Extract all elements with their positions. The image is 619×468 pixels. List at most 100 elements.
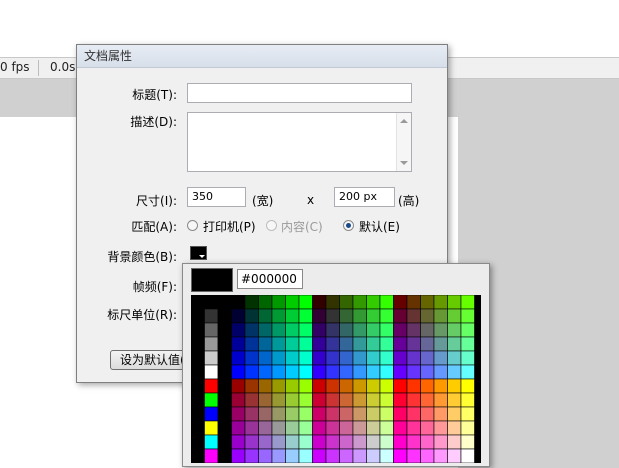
swatch-web-safe[interactable] — [447, 448, 462, 463]
swatch-black[interactable] — [191, 336, 205, 352]
hex-color-input[interactable]: #000000 — [237, 269, 303, 289]
swatch-web-safe[interactable] — [339, 364, 354, 380]
swatch-web-safe[interactable] — [460, 364, 475, 380]
swatch-web-safe[interactable] — [352, 406, 367, 422]
swatch-web-safe[interactable] — [312, 364, 327, 380]
swatch-web-safe[interactable] — [339, 322, 354, 338]
swatch-web-safe[interactable] — [393, 378, 408, 394]
swatch-black[interactable] — [217, 406, 232, 422]
swatch-black[interactable] — [191, 322, 205, 338]
swatch-web-safe[interactable] — [244, 420, 259, 436]
swatch-base[interactable] — [204, 434, 219, 450]
swatch-web-safe[interactable] — [285, 434, 300, 450]
swatch-web-safe[interactable] — [379, 448, 394, 463]
swatch-web-safe[interactable] — [420, 434, 435, 450]
swatch-web-safe[interactable] — [298, 350, 313, 366]
swatch-black[interactable] — [191, 295, 205, 310]
swatch-web-safe[interactable] — [271, 350, 286, 366]
swatch-web-safe[interactable] — [447, 336, 462, 352]
swatch-web-safe[interactable] — [406, 448, 421, 463]
swatch-web-safe[interactable] — [379, 295, 394, 310]
swatch-web-safe[interactable] — [312, 392, 327, 408]
swatch-web-safe[interactable] — [285, 448, 300, 463]
swatch-web-safe[interactable] — [298, 448, 313, 463]
swatch-web-safe[interactable] — [231, 336, 246, 352]
swatch-black[interactable] — [217, 295, 232, 310]
swatch-web-safe[interactable] — [406, 322, 421, 338]
swatch-web-safe[interactable] — [352, 295, 367, 310]
swatch-web-safe[interactable] — [420, 378, 435, 394]
swatch-web-safe[interactable] — [312, 406, 327, 422]
swatch-web-safe[interactable] — [447, 392, 462, 408]
swatch-web-safe[interactable] — [244, 434, 259, 450]
swatch-black[interactable] — [217, 350, 232, 366]
swatch-web-safe[interactable] — [460, 378, 475, 394]
swatch-base[interactable] — [204, 406, 219, 422]
swatch-web-safe[interactable] — [406, 364, 421, 380]
swatch-web-safe[interactable] — [285, 350, 300, 366]
swatch-base[interactable] — [204, 378, 219, 394]
swatch-web-safe[interactable] — [258, 295, 273, 310]
swatch-web-safe[interactable] — [298, 406, 313, 422]
swatch-web-safe[interactable] — [244, 322, 259, 338]
swatch-web-safe[interactable] — [271, 378, 286, 394]
swatch-web-safe[interactable] — [258, 448, 273, 463]
swatch-web-safe[interactable] — [271, 336, 286, 352]
swatch-web-safe[interactable] — [298, 364, 313, 380]
swatch-web-safe[interactable] — [447, 378, 462, 394]
swatch-web-safe[interactable] — [393, 364, 408, 380]
swatch-black[interactable] — [191, 378, 205, 394]
swatch-web-safe[interactable] — [258, 350, 273, 366]
swatch-web-safe[interactable] — [393, 448, 408, 463]
swatch-web-safe[interactable] — [271, 364, 286, 380]
swatch-web-safe[interactable] — [285, 406, 300, 422]
background-color-swatch[interactable] — [190, 246, 207, 260]
swatch-web-safe[interactable] — [244, 295, 259, 310]
swatch-web-safe[interactable] — [406, 378, 421, 394]
color-swatch-grid[interactable] — [191, 295, 481, 463]
swatch-web-safe[interactable] — [298, 378, 313, 394]
swatch-web-safe[interactable] — [393, 308, 408, 324]
swatch-web-safe[interactable] — [460, 406, 475, 422]
swatch-web-safe[interactable] — [285, 308, 300, 324]
swatch-black[interactable] — [191, 350, 205, 366]
swatch-web-safe[interactable] — [433, 322, 448, 338]
swatch-web-safe[interactable] — [352, 420, 367, 436]
swatch-web-safe[interactable] — [271, 406, 286, 422]
swatch-web-safe[interactable] — [271, 434, 286, 450]
swatch-web-safe[interactable] — [325, 308, 340, 324]
swatch-web-safe[interactable] — [285, 295, 300, 310]
swatch-black[interactable] — [217, 448, 232, 463]
swatch-web-safe[interactable] — [258, 378, 273, 394]
swatch-web-safe[interactable] — [406, 434, 421, 450]
swatch-base[interactable] — [204, 392, 219, 408]
swatch-web-safe[interactable] — [379, 336, 394, 352]
swatch-web-safe[interactable] — [339, 406, 354, 422]
swatch-web-safe[interactable] — [460, 420, 475, 436]
swatch-web-safe[interactable] — [366, 322, 381, 338]
match-default-label[interactable]: 默认(E) — [359, 218, 400, 235]
swatch-web-safe[interactable] — [366, 434, 381, 450]
swatch-web-safe[interactable] — [352, 322, 367, 338]
swatch-web-safe[interactable] — [366, 350, 381, 366]
swatch-web-safe[interactable] — [406, 350, 421, 366]
swatch-web-safe[interactable] — [285, 336, 300, 352]
swatch-web-safe[interactable] — [460, 434, 475, 450]
swatch-black[interactable] — [217, 420, 232, 436]
swatch-web-safe[interactable] — [244, 350, 259, 366]
swatch-web-safe[interactable] — [258, 420, 273, 436]
swatch-web-safe[interactable] — [460, 295, 475, 310]
swatch-web-safe[interactable] — [420, 295, 435, 310]
swatch-web-safe[interactable] — [312, 336, 327, 352]
swatch-web-safe[interactable] — [433, 420, 448, 436]
swatch-web-safe[interactable] — [393, 406, 408, 422]
swatch-web-safe[interactable] — [366, 406, 381, 422]
swatch-web-safe[interactable] — [393, 350, 408, 366]
swatch-web-safe[interactable] — [447, 295, 462, 310]
swatch-web-safe[interactable] — [258, 392, 273, 408]
swatch-web-safe[interactable] — [271, 295, 286, 310]
swatch-web-safe[interactable] — [420, 308, 435, 324]
swatch-base[interactable] — [204, 322, 219, 338]
swatch-web-safe[interactable] — [231, 434, 246, 450]
description-textarea[interactable] — [187, 112, 412, 172]
